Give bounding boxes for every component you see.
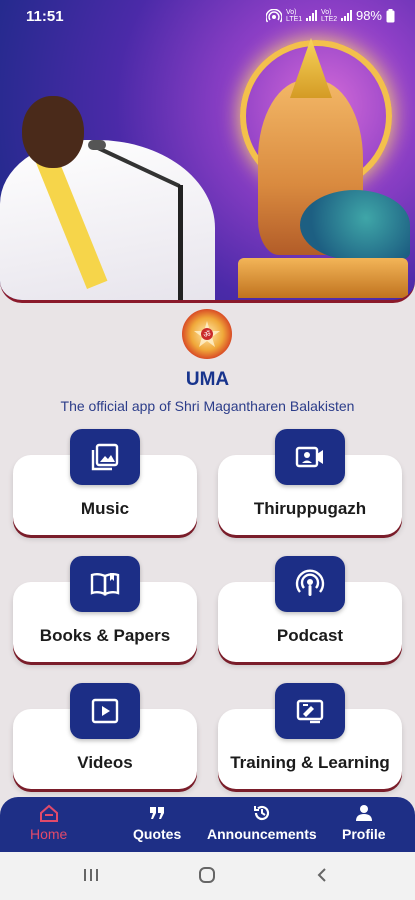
uma-logo: ॐ — [182, 309, 232, 359]
lte2-label: Vo) LTE2 — [320, 8, 338, 23]
podcast-icon[interactable] — [275, 556, 345, 612]
hero-peacock — [300, 190, 410, 260]
battery-icon — [386, 8, 395, 22]
quote-icon — [150, 807, 165, 819]
whiteboard-icon[interactable] — [275, 683, 345, 739]
video-call-icon[interactable] — [275, 429, 345, 485]
om-logo-icon: ॐ — [194, 321, 220, 347]
thiruppugazh-label: Thiruppugazh — [253, 499, 367, 518]
history-icon — [253, 805, 269, 821]
person-icon — [355, 805, 372, 821]
hero-banner — [0, 0, 415, 303]
nav-home[interactable]: Home — [30, 803, 67, 842]
nav-profile-label: Profile — [342, 826, 386, 842]
signal2-icon — [340, 10, 352, 21]
svg-text:ॐ: ॐ — [203, 330, 210, 339]
system-nav-bar — [0, 852, 415, 900]
hotspot-icon — [265, 8, 282, 22]
hero-mic-stand — [178, 185, 183, 300]
hero-microphone — [88, 140, 106, 150]
book-open-icon[interactable] — [70, 556, 140, 612]
gallery-icon[interactable] — [70, 429, 140, 485]
music-label: Music — [80, 499, 130, 518]
status-time: 11:51 — [26, 8, 64, 25]
recent-apps-icon[interactable] — [82, 866, 100, 884]
nav-home-label: Home — [30, 826, 68, 842]
status-bar: 11:51 Vo) LTE1 Vo) LTE2 98% — [0, 0, 415, 33]
signal1-icon — [305, 10, 317, 21]
nav-announcements[interactable]: Announcements — [207, 803, 317, 842]
play-video-icon[interactable] — [70, 683, 140, 739]
app-name: UMA — [185, 369, 230, 390]
home-button-icon[interactable] — [198, 866, 216, 884]
books-papers-label: Books & Papers — [39, 626, 171, 645]
nav-quotes[interactable]: Quotes — [133, 803, 181, 842]
back-icon[interactable] — [314, 866, 332, 884]
training-learning-label: Training & Learning — [230, 753, 390, 772]
hero-singer-head — [22, 96, 84, 168]
nav-announcements-label: Announcements — [207, 826, 317, 842]
lte1-label: Vo) LTE1 — [285, 8, 303, 23]
nav-quotes-label: Quotes — [133, 826, 182, 842]
hero-deity-base — [238, 258, 408, 298]
bottom-nav: Home Quotes Announcements Profile — [0, 797, 415, 852]
app-tagline: The official app of Shri Magantharen Bal… — [60, 398, 355, 414]
videos-label: Videos — [77, 753, 133, 772]
podcast-label: Podcast — [276, 626, 344, 645]
nav-profile[interactable]: Profile — [342, 803, 386, 842]
home-icon — [39, 804, 58, 822]
battery-percent: 98% — [355, 8, 382, 23]
status-icons: Vo) LTE1 Vo) LTE2 98% — [265, 8, 395, 23]
